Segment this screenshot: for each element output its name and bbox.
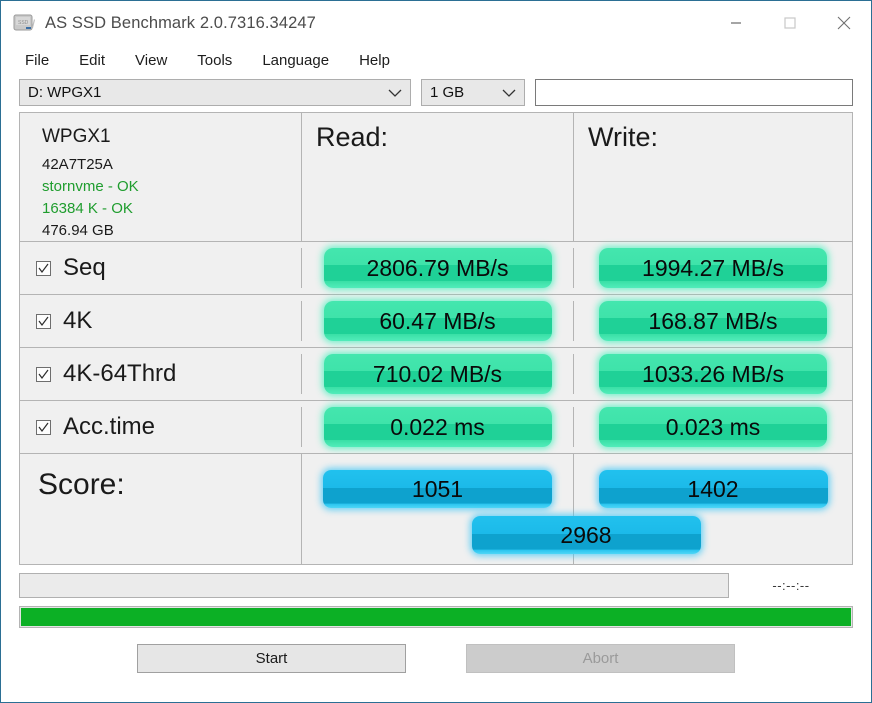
score-panel: Score: 1051 1402 2968 — [19, 454, 853, 565]
acctime-write-value: 0.023 ms — [599, 407, 827, 447]
action-buttons: Start Abort — [1, 644, 871, 673]
drive-select[interactable]: D: WPGX1 — [19, 79, 411, 106]
test-label-seq: Seq — [63, 254, 106, 281]
menu-item-help[interactable]: Help — [359, 52, 390, 69]
menu-item-language[interactable]: Language — [262, 52, 329, 69]
checkbox-acctime[interactable] — [36, 419, 51, 435]
4k64thrd-write-value: 1033.26 MB/s — [599, 354, 827, 394]
read-header-cell: Read: — [301, 113, 573, 241]
score-write-value: 1402 — [598, 470, 828, 508]
drive-info-cell: WPGX1 42A7T25A stornvme - OK 16384 K - O… — [20, 113, 301, 241]
4k-write-value: 168.87 MB/s — [599, 301, 827, 341]
table-row: Acc.time 0.022 ms 0.023 ms — [19, 401, 853, 454]
progress-bar — [19, 606, 853, 628]
test-row-4k64thrd[interactable]: 4K-64Thrd — [20, 360, 301, 388]
test-label-4k: 4K — [63, 307, 93, 334]
seq-write-value: 1994.27 MB/s — [599, 248, 827, 288]
seq-write-cell: 1994.27 MB/s — [573, 248, 852, 288]
menu-bar: File Edit View Tools Language Help — [1, 45, 871, 75]
test-label-4k64thrd: 4K-64Thrd — [63, 360, 177, 387]
chevron-down-icon — [388, 84, 402, 101]
seq-read-value: 2806.79 MB/s — [323, 248, 552, 288]
maximize-icon[interactable] — [763, 1, 817, 45]
4k64thrd-write-cell: 1033.26 MB/s — [573, 354, 852, 394]
close-icon[interactable] — [817, 1, 871, 45]
ssd-drive-icon: SSD — [13, 13, 35, 33]
test-label-acctime: Acc.time — [63, 413, 156, 440]
menu-item-view[interactable]: View — [135, 52, 167, 69]
write-header-cell: Write: — [573, 113, 852, 241]
menu-item-edit[interactable]: Edit — [79, 52, 105, 69]
status-area: --:--:-- — [19, 573, 853, 598]
4k-read-value: 60.47 MB/s — [323, 301, 552, 341]
svg-text:SSD: SSD — [18, 20, 29, 26]
table-row: 4K-64Thrd 710.02 MB/s 1033.26 MB/s — [19, 348, 853, 401]
score-read-value: 1051 — [323, 470, 552, 508]
abort-button: Abort — [466, 644, 735, 673]
4k64thrd-read-cell: 710.02 MB/s — [301, 354, 573, 394]
seq-read-cell: 2806.79 MB/s — [301, 248, 573, 288]
checkbox-seq[interactable] — [36, 260, 51, 276]
score-label-cell: Score: — [20, 454, 301, 564]
checkbox-4k[interactable] — [36, 313, 51, 329]
drive-capacity: 476.94 GB — [42, 222, 114, 239]
drive-select-value: D: WPGX1 — [28, 84, 102, 101]
score-label: Score: — [38, 468, 125, 501]
results-grid: WPGX1 42A7T25A stornvme - OK 16384 K - O… — [19, 112, 853, 565]
drive-firmware: 42A7T25A — [42, 156, 113, 173]
window-controls — [709, 1, 871, 45]
drive-info-panel: WPGX1 42A7T25A stornvme - OK 16384 K - O… — [19, 113, 853, 242]
info-input[interactable] — [535, 79, 853, 106]
drive-name: WPGX1 — [42, 126, 111, 147]
menu-item-tools[interactable]: Tools — [197, 52, 232, 69]
size-select[interactable]: 1 GB — [421, 79, 525, 106]
drive-driver: stornvme - OK — [42, 178, 139, 195]
status-message-field — [19, 573, 729, 598]
menu-item-file[interactable]: File — [25, 52, 49, 69]
drive-alignment: 16384 K - OK — [42, 200, 133, 217]
chevron-down-icon — [502, 84, 516, 101]
table-row: Seq 2806.79 MB/s 1994.27 MB/s — [19, 242, 853, 295]
test-row-acctime[interactable]: Acc.time — [20, 413, 301, 441]
acctime-write-cell: 0.023 ms — [573, 407, 852, 447]
score-total-value: 2968 — [471, 516, 701, 554]
table-row: 4K 60.47 MB/s 168.87 MB/s — [19, 295, 853, 348]
start-button[interactable]: Start — [137, 644, 406, 673]
acctime-read-value: 0.022 ms — [323, 407, 552, 447]
elapsed-timer: --:--:-- — [772, 578, 810, 593]
minimize-icon[interactable] — [709, 1, 763, 45]
write-header: Write: — [588, 122, 659, 152]
checkbox-4k64thrd[interactable] — [36, 366, 51, 382]
4k-read-cell: 60.47 MB/s — [301, 301, 573, 341]
progress-bar-fill — [21, 608, 851, 626]
test-row-seq[interactable]: Seq — [20, 254, 301, 282]
4k64thrd-read-value: 710.02 MB/s — [323, 354, 552, 394]
as-ssd-benchmark-window: SSD AS SSD Benchmark 2.0.7316.34247 File — [0, 0, 872, 703]
read-header: Read: — [316, 122, 389, 152]
test-row-4k[interactable]: 4K — [20, 307, 301, 335]
toolbar: D: WPGX1 1 GB — [1, 75, 871, 112]
acctime-read-cell: 0.022 ms — [301, 407, 573, 447]
size-select-value: 1 GB — [430, 84, 465, 101]
title-bar: SSD AS SSD Benchmark 2.0.7316.34247 — [1, 1, 871, 45]
4k-write-cell: 168.87 MB/s — [573, 301, 852, 341]
window-title: AS SSD Benchmark 2.0.7316.34247 — [45, 13, 316, 32]
